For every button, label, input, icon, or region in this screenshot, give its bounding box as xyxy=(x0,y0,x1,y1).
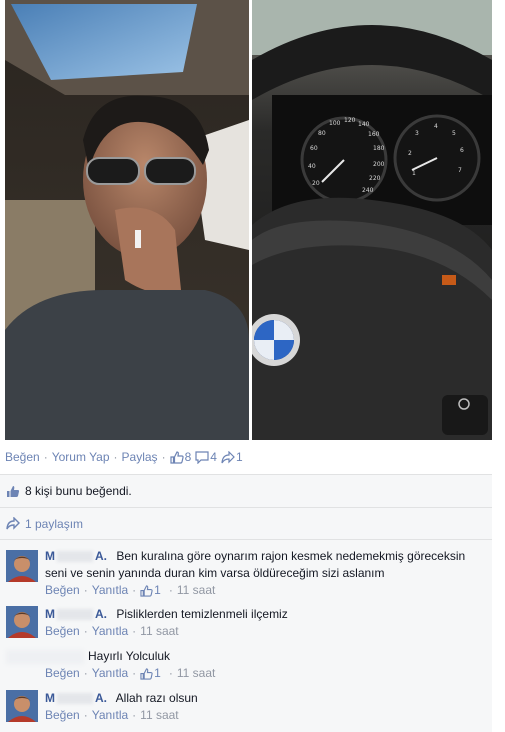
thumbs-up-icon[interactable] xyxy=(140,668,153,680)
comment-author[interactable]: M xyxy=(45,691,55,705)
comment-author[interactable]: M xyxy=(45,549,55,563)
shares-summary[interactable]: 1 paylaşım xyxy=(0,508,492,540)
svg-text:120: 120 xyxy=(344,117,356,124)
comment-like-count[interactable]: 1 xyxy=(154,583,161,597)
comment-text: Ben kuralına göre oynarım rajon kesmek n… xyxy=(45,549,466,580)
share-arrow-icon xyxy=(6,517,20,530)
svg-text:1: 1 xyxy=(412,170,416,177)
post-action-bar: Beğen · Yorum Yap · Paylaş · 8 4 1 xyxy=(5,449,247,465)
redacted-name xyxy=(57,551,93,563)
comment-body: M A. Pisliklerden temizlenmeli ilçemiz Be… xyxy=(45,606,486,639)
comment-time[interactable]: 11 saat xyxy=(140,624,178,638)
separator-dot: · xyxy=(161,450,166,464)
comment-body: M A. Ben kuralına göre oynarım rajon kesm… xyxy=(45,548,486,598)
comment-meta: Beğen · Yanıtla · 11 saat xyxy=(45,708,179,722)
svg-text:180: 180 xyxy=(373,145,385,152)
comment-meta: Beğen · Yanıtla · 1 · 11 saat xyxy=(45,666,216,680)
thumbs-up-icon[interactable] xyxy=(140,585,153,597)
svg-text:200: 200 xyxy=(373,161,385,168)
svg-text:6: 6 xyxy=(460,147,464,154)
redacted-name xyxy=(6,649,84,664)
svg-text:2: 2 xyxy=(408,150,412,157)
steering-wheel-photo[interactable]: 20 40 60 80 100 120 140 160 180 200 220 240 123 … xyxy=(252,0,492,440)
comments-section: M A. Ben kuralına göre oynarım rajon kesm… xyxy=(0,540,492,732)
comment-like-button[interactable]: Beğen xyxy=(45,624,80,638)
svg-text:240: 240 xyxy=(362,187,374,194)
comment-count[interactable]: 4 xyxy=(210,450,217,464)
comment-author-surname[interactable]: A. xyxy=(95,549,107,563)
avatar[interactable] xyxy=(6,606,38,638)
avatar[interactable] xyxy=(6,550,38,582)
comment-like-count[interactable]: 1 xyxy=(154,666,161,680)
comment-reply-button[interactable]: Yanıtla xyxy=(92,583,128,597)
redacted-name xyxy=(57,609,93,621)
share-arrow-icon[interactable] xyxy=(221,450,235,464)
comment-author-surname[interactable]: A. xyxy=(95,607,107,621)
svg-text:160: 160 xyxy=(368,131,380,138)
svg-text:60: 60 xyxy=(310,145,318,152)
comment-time[interactable]: 11 saat xyxy=(140,708,178,722)
share-button[interactable]: Paylaş xyxy=(122,450,158,464)
comment-author-surname[interactable]: A. xyxy=(95,691,107,705)
comment-time[interactable]: 11 saat xyxy=(177,666,215,680)
thumbs-up-icon xyxy=(6,485,20,498)
comment-like-button[interactable]: Beğen xyxy=(45,708,80,722)
comment-author[interactable]: M xyxy=(45,607,55,621)
likes-summary-text[interactable]: 8 kişi bunu beğendi. xyxy=(25,484,132,498)
avatar[interactable] xyxy=(6,690,38,722)
photo-collage: 20 40 60 80 100 120 140 160 180 200 220 240 123 … xyxy=(5,0,492,440)
like-button[interactable]: Beğen xyxy=(5,450,40,464)
comment-text: Pisliklerden temizlenmeli ilçemiz xyxy=(116,607,288,621)
comment-body: M A. Allah razı olsun Beğen · Yanıtla · 11 sa… xyxy=(45,690,486,723)
separator-dot: · xyxy=(43,450,48,464)
comment-reply-button[interactable]: Yanıtla xyxy=(92,666,128,680)
comment-button[interactable]: Yorum Yap xyxy=(52,450,110,464)
likes-summary[interactable]: 8 kişi bunu beğendi. xyxy=(0,474,492,508)
thumbs-up-icon[interactable] xyxy=(169,450,184,464)
comment-meta: Beğen · Yanıtla · 11 saat xyxy=(45,624,179,638)
share-count[interactable]: 1 xyxy=(236,450,243,464)
svg-text:80: 80 xyxy=(318,130,326,137)
svg-text:220: 220 xyxy=(369,175,381,182)
comment-like-button[interactable]: Beğen xyxy=(45,583,80,597)
comment-text: Hayırlı Yolculuk xyxy=(88,649,171,663)
svg-text:40: 40 xyxy=(308,163,316,170)
svg-text:4: 4 xyxy=(434,123,438,130)
separator-dot: · xyxy=(113,450,118,464)
svg-text:3: 3 xyxy=(415,130,419,137)
shares-summary-text[interactable]: 1 paylaşım xyxy=(25,517,83,531)
comment-reply-button[interactable]: Yanıtla xyxy=(92,624,128,638)
svg-text:100: 100 xyxy=(329,120,341,127)
comment-time[interactable]: 11 saat xyxy=(177,583,215,597)
svg-text:7: 7 xyxy=(458,167,462,174)
like-count[interactable]: 8 xyxy=(185,450,192,464)
svg-text:140: 140 xyxy=(358,121,370,128)
comment-reply-button[interactable]: Yanıtla xyxy=(92,708,128,722)
comment-text: Allah razı olsun xyxy=(115,691,198,705)
svg-text:5: 5 xyxy=(452,130,456,137)
comment-like-button[interactable]: Beğen xyxy=(45,666,80,680)
comment-meta: Beğen · Yanıtla · 1 · 11 saat xyxy=(45,583,216,597)
redacted-name xyxy=(57,693,93,705)
comment-bubble-icon[interactable] xyxy=(195,450,209,464)
comment-body: Hayırlı Yolculuk Beğen · Yanıtla · 1 · 11 saat xyxy=(6,648,486,681)
selfie-photo[interactable] xyxy=(5,0,249,440)
svg-text:20: 20 xyxy=(312,180,320,187)
